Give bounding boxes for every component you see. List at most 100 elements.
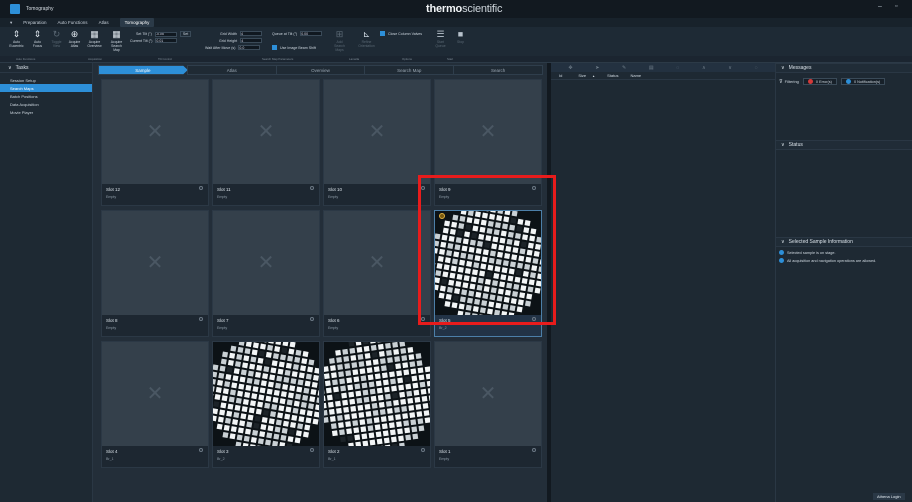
grid-square <box>287 392 294 399</box>
current-tilt-input[interactable] <box>155 38 178 43</box>
slot-select-radio[interactable] <box>421 448 425 452</box>
grid-square <box>252 342 259 349</box>
slot-select-radio[interactable] <box>199 448 203 452</box>
task-search-maps[interactable]: Search Maps <box>0 84 92 92</box>
status-header[interactable]: ∨ Status <box>776 140 912 150</box>
slot-placeholder: ✕ <box>435 342 541 446</box>
column-name[interactable]: Name <box>630 73 641 78</box>
chevron-up-icon[interactable]: ∧ <box>702 65 706 71</box>
wait-after-move-input[interactable] <box>238 45 261 50</box>
step-overview[interactable]: Overview <box>275 65 366 75</box>
grid-square <box>229 352 236 359</box>
slot-tile[interactable]: ✕ Slot 12 Empty <box>101 79 209 206</box>
options-icon[interactable]: ◌ <box>755 65 758 71</box>
set-tilt-input[interactable] <box>154 31 177 37</box>
close-column-valves[interactable]: Close Column Valves <box>380 31 422 36</box>
acquire-atlas-button[interactable]: ⊕ Acquire Atlas <box>66 30 83 49</box>
arrow-icon[interactable]: ➤ <box>595 65 599 71</box>
slot-tile[interactable]: ✕ Slot 8 Empty <box>101 210 209 337</box>
messages-header[interactable]: ∨ Messages <box>776 63 912 73</box>
notifications-filter[interactable]: 0 Notification(s) <box>840 78 886 85</box>
grid-square <box>232 419 239 426</box>
move-icon[interactable]: ✥ <box>568 65 572 71</box>
sort-up-icon[interactable]: ▲ <box>592 74 595 78</box>
list-play-icon: ☰ <box>436 29 445 39</box>
add-search-maps-button[interactable]: ⊞ Add Search Maps <box>331 30 348 52</box>
menu-auto-functions[interactable]: Auto Functions <box>58 20 88 25</box>
grid-square <box>344 363 351 370</box>
toggle-view-button[interactable]: ↻ Toggle View <box>48 30 65 49</box>
grid-square <box>389 429 396 436</box>
stop-button[interactable]: ■ Stop <box>452 30 469 45</box>
task-session-setup[interactable]: Session Setup <box>0 76 92 84</box>
delete-icon[interactable]: ▤ <box>649 65 654 71</box>
use-image-beam-shift[interactable]: Use Image Beam Shift <box>272 45 316 50</box>
grid-square <box>422 403 429 409</box>
auto-focus-button[interactable]: ⇕ Auto Focus <box>29 30 46 49</box>
task-data-acquisition[interactable]: Data Acquisition <box>0 100 92 108</box>
step-search-map[interactable]: Search Map <box>364 65 455 75</box>
grid-square <box>242 362 249 369</box>
grid-square <box>366 367 373 374</box>
slot-tile[interactable]: Slot 2 Br_1 <box>323 341 431 468</box>
grid-square <box>383 437 390 444</box>
errors-filter[interactable]: 0 Error(s) <box>802 78 837 85</box>
grid-square <box>278 361 285 368</box>
slot-name: Slot 12 <box>106 187 121 192</box>
grid-square <box>250 356 257 363</box>
step-atlas[interactable]: Atlas <box>186 65 277 75</box>
column-size[interactable]: Size <box>578 73 586 78</box>
slot-tile[interactable]: ✕ Slot 4 Br_1 <box>101 341 209 468</box>
grid-square <box>364 403 371 410</box>
edit-icon[interactable]: ✎ <box>622 65 626 71</box>
menu-dropdown-icon[interactable]: ▾ <box>10 20 12 26</box>
start-queue-button[interactable]: ☰ Start Queue <box>432 30 449 49</box>
sample-info-header[interactable]: ∨ Selected Sample Information <box>776 237 912 247</box>
grid-square <box>245 384 252 391</box>
step-search[interactable]: Search <box>453 65 543 75</box>
slot-select-radio[interactable] <box>199 186 203 190</box>
grid-square <box>365 411 372 417</box>
maximize-button[interactable]: ▫ <box>895 3 897 10</box>
slot-select-radio[interactable] <box>310 317 314 321</box>
slot-tile[interactable]: ✕ Slot 10 Empty <box>323 79 431 206</box>
grid-height-input[interactable] <box>240 38 263 43</box>
slot-tile[interactable]: ✕ Slot 6 Empty <box>323 210 431 337</box>
slot-select-radio[interactable] <box>199 317 203 321</box>
grid-square <box>247 370 254 377</box>
slot-tile[interactable]: Slot 3 Br_2 <box>212 341 320 468</box>
slot-select-radio[interactable] <box>310 186 314 190</box>
task-batch-positions[interactable]: Batch Positions <box>0 92 92 100</box>
settings-icon[interactable]: ◌ <box>676 65 679 71</box>
grid-square <box>265 351 272 358</box>
minimize-button[interactable]: – <box>878 3 882 10</box>
error-icon <box>807 79 813 84</box>
menu-tomography[interactable]: Tomography <box>119 18 155 27</box>
wait-after-move-field: Wait After Move (s) <box>205 45 261 50</box>
slot-tile[interactable]: ✕ Slot 7 Empty <box>212 210 320 337</box>
grid-square <box>343 356 350 362</box>
step-sample[interactable]: Sample <box>98 65 188 75</box>
acquire-overview-button[interactable]: ▦ Acquire Overview <box>86 30 103 49</box>
menu-preparation[interactable]: Preparation <box>23 20 46 25</box>
column-id[interactable]: Id <box>559 73 562 78</box>
grid-width-input[interactable] <box>239 31 262 36</box>
acquire-search-map-button[interactable]: ▦ Acquire Search Map <box>108 30 125 52</box>
queue-tilt-input[interactable] <box>300 31 323 36</box>
grid-square <box>347 384 354 391</box>
slot-tile[interactable]: ✕ Slot 1 Empty <box>434 341 542 468</box>
set-tilt-button[interactable]: Set <box>179 31 192 37</box>
tasks-header[interactable]: ∨ Tasks <box>0 63 92 73</box>
slot-tile[interactable]: ✕ Slot 11 Empty <box>212 79 320 206</box>
menu-atlas[interactable]: Atlas <box>99 20 109 25</box>
title-bar: Tomography thermoscientific – ▫ <box>0 0 912 18</box>
column-status[interactable]: Status <box>607 73 618 78</box>
refine-orientation-button[interactable]: ⊾ Refine Orientation <box>358 30 375 49</box>
auto-eucentric-button[interactable]: ⇕ Auto Eucentric <box>8 30 25 49</box>
chevron-down-icon[interactable]: ∨ <box>728 65 732 71</box>
grid-square <box>253 422 260 429</box>
athena-login-button[interactable]: Athena Login <box>873 493 905 500</box>
task-movie-player[interactable]: Movie Player <box>0 108 92 116</box>
slot-select-radio[interactable] <box>532 448 536 452</box>
slot-select-radio[interactable] <box>310 448 314 452</box>
